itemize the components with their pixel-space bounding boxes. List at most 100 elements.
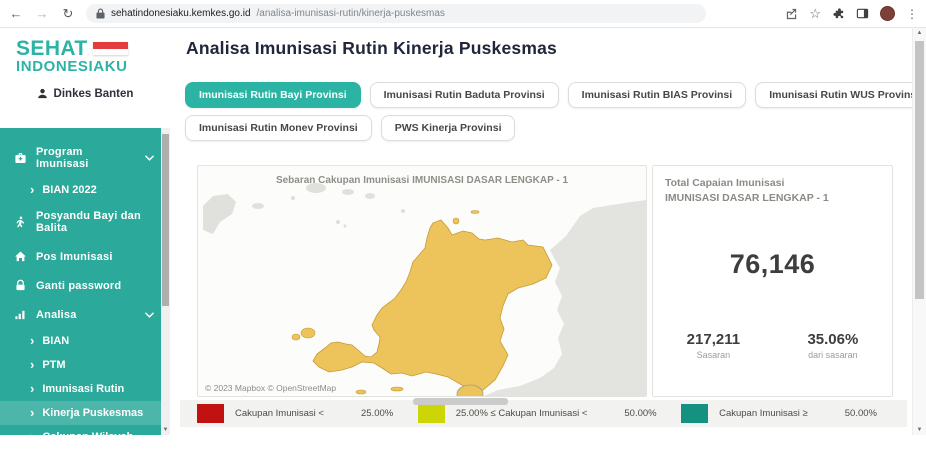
share-icon[interactable] <box>785 7 798 20</box>
medical-bag-icon <box>14 152 27 165</box>
browser-toolbar: ← → ↻ sehatindonesiaku.kemkes.go.id/anal… <box>0 0 926 28</box>
sidebar-item-bian[interactable]: › BIAN <box>0 329 170 353</box>
app-window: ← → ↻ sehatindonesiaku.kemkes.go.id/anal… <box>0 0 926 435</box>
tab-bar: Imunisasi Rutin Bayi Provinsi Imunisasi … <box>185 82 926 141</box>
sidebar: SEHAT INDONESIAKU Dinkes Banten Program … <box>0 28 170 435</box>
home-icon <box>14 250 27 263</box>
sidebar-item-imunisasi-rutin[interactable]: › Imunisasi Rutin <box>0 377 170 401</box>
user-account[interactable]: Dinkes Banten <box>0 88 170 100</box>
map-island-yellow <box>471 211 479 214</box>
forward-icon[interactable]: → <box>34 7 50 20</box>
sidebar-item-label: Pos Imunisasi <box>36 251 113 263</box>
sasaran-value: 217,211 <box>687 331 740 348</box>
sidebar-item-label: BIAN 2022 <box>42 184 96 196</box>
page-title: Analisa Imunisasi Rutin Kinerja Puskesma… <box>186 38 557 59</box>
sidebar-item-label: Cakupan Wilayah <box>42 431 133 443</box>
logo-text-line2: INDONESIAKU <box>16 59 170 74</box>
profile-avatar[interactable] <box>880 6 895 21</box>
url-path: /analisa-imunisasi-rutin/kinerja-puskesm… <box>257 8 445 19</box>
choropleth-map[interactable] <box>198 166 646 396</box>
sidebar-scrollbar[interactable]: ▼ <box>161 128 170 435</box>
sidebar-item-label: BIAN <box>42 335 69 347</box>
chevron-down-icon <box>145 155 154 161</box>
sidebar-item-cakupan-wilayah[interactable]: › Cakupan Wilayah <box>0 425 170 449</box>
page-scrollbar-thumb[interactable] <box>915 41 924 299</box>
main-content: Analisa Imunisasi Rutin Kinerja Puskesma… <box>170 28 912 435</box>
sidebar-header: SEHAT INDONESIAKU Dinkes Banten <box>0 28 170 128</box>
chevron-right-icon: › <box>30 185 34 195</box>
legend-value: 50.00% <box>845 408 877 419</box>
sidebar-item-label: Imunisasi Rutin <box>42 383 124 395</box>
chevron-right-icon: › <box>30 432 34 442</box>
kebab-menu-icon[interactable]: ⋮ <box>906 8 918 20</box>
back-icon[interactable]: ← <box>8 7 24 20</box>
map-island <box>336 220 340 224</box>
legend-item-high: Cakupan Imunisasi ≥ 50.00% <box>681 404 877 423</box>
legend-swatch-red <box>197 404 224 423</box>
browser-actions: ☆ ⋮ <box>785 6 918 21</box>
map-title: Sebaran Cakupan Imunisasi IMUNISASI DASA… <box>198 175 646 186</box>
tab-imunisasi-rutin-baduta-provinsi[interactable]: Imunisasi Rutin Baduta Provinsi <box>370 82 559 108</box>
total-card-title-line2: IMUNISASI DASAR LENGKAP - 1 <box>665 191 880 206</box>
horizontal-scrollbar-thumb[interactable] <box>413 398 508 405</box>
url-host: sehatindonesiaku.kemkes.go.id <box>111 8 251 19</box>
map-island <box>401 209 405 213</box>
bar-chart-icon <box>14 308 27 321</box>
lock-icon <box>96 8 105 19</box>
tab-imunisasi-rutin-bayi-provinsi[interactable]: Imunisasi Rutin Bayi Provinsi <box>185 82 361 108</box>
page-scrollbar[interactable]: ▲ ▼ <box>912 28 926 435</box>
map-card: Sebaran Cakupan Imunisasi IMUNISASI DASA… <box>197 165 647 397</box>
chevron-right-icon: › <box>30 336 34 346</box>
lock-icon <box>14 279 27 292</box>
user-name: Dinkes Banten <box>54 88 134 100</box>
bookmark-star-icon[interactable]: ☆ <box>809 7 821 20</box>
legend-label: Cakupan Imunisasi < <box>235 408 324 419</box>
reload-icon[interactable]: ↻ <box>60 7 76 20</box>
map-island <box>344 225 347 228</box>
percent-stat: 35.06% dari sasaran <box>807 331 858 360</box>
tab-imunisasi-rutin-wus-provinsi[interactable]: Imunisasi Rutin WUS Provinsi <box>755 82 926 108</box>
sidebar-item-ptm[interactable]: ›PTM <box>0 353 170 377</box>
map-island <box>342 189 354 195</box>
scroll-up-arrow-icon[interactable]: ▲ <box>913 30 926 36</box>
sidebar-item-label: Ganti password <box>36 280 121 292</box>
legend-swatch-yellow <box>418 404 445 423</box>
map-legend: Cakupan Imunisasi < 25.00% 25.00% ≤ Caku… <box>180 400 907 427</box>
side-panel-icon[interactable] <box>856 7 869 20</box>
sidebar-item-ganti-password[interactable]: Ganti password <box>0 271 170 300</box>
scroll-down-arrow-icon[interactable]: ▼ <box>913 427 926 433</box>
sidebar-item-program-imunisasi[interactable]: Program Imunisasi <box>0 138 170 178</box>
sidebar-scrollbar-thumb[interactable] <box>162 134 169 306</box>
sidebar-item-bian-2022[interactable]: › BIAN 2022 <box>0 178 170 202</box>
indonesia-flag-icon <box>93 42 128 55</box>
map-island-yellow <box>356 390 366 394</box>
tab-imunisasi-rutin-monev-provinsi[interactable]: Imunisasi Rutin Monev Provinsi <box>185 115 372 141</box>
sidebar-item-label: Kinerja Puskesmas <box>42 407 143 419</box>
sasaran-label: Sasaran <box>687 350 740 360</box>
sidebar-item-posyandu[interactable]: Posyandu Bayi dan Balita <box>0 202 170 242</box>
legend-value: 25.00% <box>361 408 393 419</box>
chevron-right-icon: › <box>30 384 34 394</box>
logo-text-line1: SEHAT <box>16 38 88 59</box>
tab-imunisasi-rutin-bias-provinsi[interactable]: Imunisasi Rutin BIAS Provinsi <box>568 82 747 108</box>
sidebar-item-label: Analisa <box>36 309 77 321</box>
tab-pws-kinerja-provinsi[interactable]: PWS Kinerja Provinsi <box>381 115 516 141</box>
sidebar-item-pos-imunisasi[interactable]: Pos Imunisasi <box>0 242 170 271</box>
map-island <box>365 193 375 199</box>
extensions-icon[interactable] <box>832 7 845 20</box>
sidebar-item-analisa[interactable]: Analisa <box>0 300 170 329</box>
scroll-down-arrow-icon[interactable]: ▼ <box>161 427 170 433</box>
percent-label: dari sasaran <box>807 350 858 360</box>
map-island <box>252 203 264 209</box>
map-island-yellow <box>453 218 459 224</box>
chevron-right-icon: › <box>30 360 34 370</box>
user-icon <box>37 88 48 99</box>
percent-value: 35.06% <box>807 331 858 348</box>
address-bar[interactable]: sehatindonesiaku.kemkes.go.id/analisa-im… <box>86 4 706 23</box>
chevron-down-icon <box>145 312 154 318</box>
map-attribution: © 2023 Mapbox © OpenStreetMap <box>205 383 336 393</box>
map-island-yellow <box>292 334 300 340</box>
sidebar-item-kinerja-puskesmas[interactable]: › Kinerja Puskesmas <box>0 401 170 425</box>
chevron-right-icon: › <box>30 408 34 418</box>
legend-item-mid: 25.00% ≤ Cakupan Imunisasi < 50.00% <box>418 404 657 423</box>
